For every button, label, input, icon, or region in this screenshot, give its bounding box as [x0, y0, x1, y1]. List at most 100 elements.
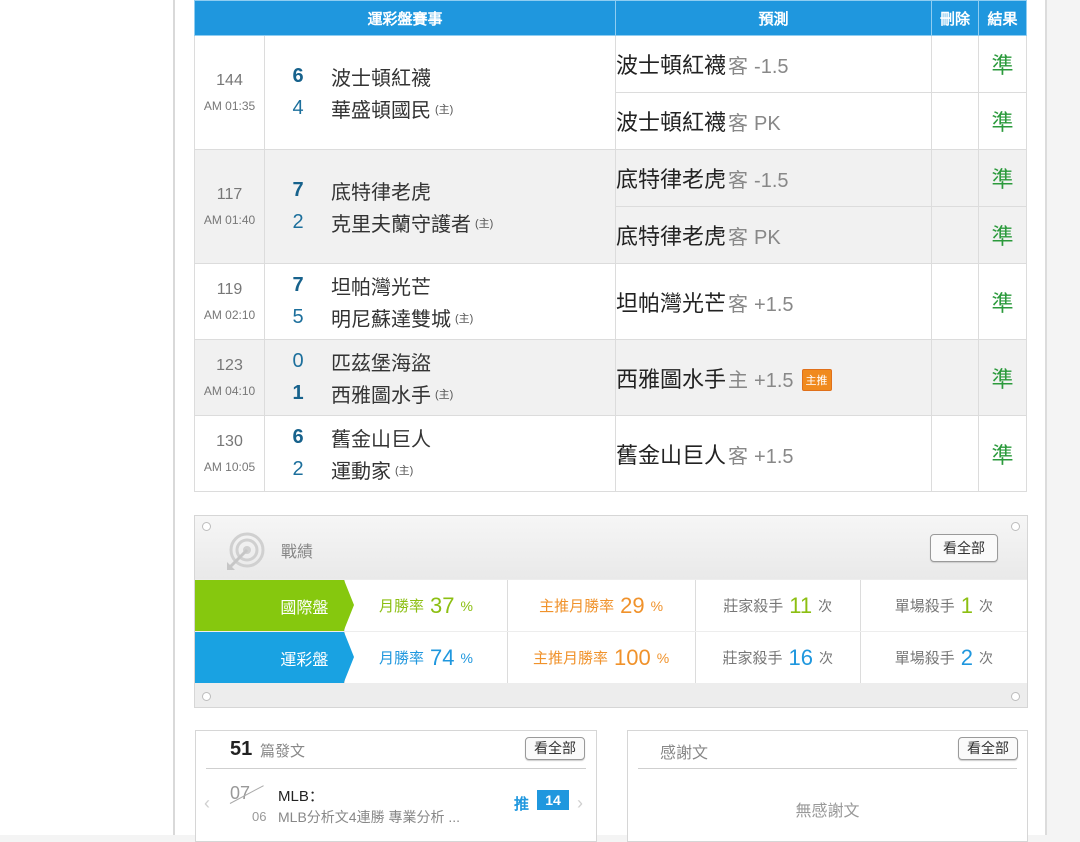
game-time: AM 01:40 [203, 212, 256, 227]
pick-team: 坦帕灣光芒 [616, 290, 727, 316]
game-number: 130 [216, 432, 243, 450]
stat-unit: % [460, 597, 473, 614]
stat-unit: 次 [818, 649, 833, 666]
record-panel: 戰績 看全部 國際盤 月勝率 37% 主推月勝率 29% 莊家殺手 11 次 單場殺手 1… [194, 515, 1028, 708]
table-row: 144 AM 01:35 6 波士頓紅襪 4 華盛頓國民 (主) 波士頓紅襪客 -1.5… [194, 35, 1028, 150]
prediction-cell: 波士頓紅襪客 -1.5 [615, 35, 933, 93]
post-description[interactable]: MLB分析文4連勝 專業分析 ... [278, 807, 460, 827]
delete-cell [931, 206, 980, 264]
pick-line: +1.5 [754, 293, 794, 316]
host-mark: (主) [455, 312, 474, 325]
away-score: 7 [292, 179, 304, 201]
game-number: 119 [216, 280, 243, 298]
pick-team: 波士頓紅襪 [616, 53, 727, 78]
game-meta: 144 AM 01:35 [194, 35, 265, 150]
stat-label: 主推月勝率 [532, 650, 608, 667]
pick-side: 客 [728, 113, 749, 135]
post-count: 51 [230, 738, 253, 760]
game-time: AM 01:35 [203, 98, 256, 113]
away-team: 坦帕灣光芒 [331, 277, 431, 299]
stat-label: 月勝率 [378, 650, 424, 667]
record-label: 運彩盤 [195, 632, 355, 683]
pick-line: +1.5 [754, 369, 794, 392]
record-row-sports-lottery: 運彩盤 月勝率 74% 主推月勝率 100% 莊家殺手 16 次 單場殺手 2 次 [195, 632, 1027, 683]
main-month-rate: 主推月勝率 29% [506, 580, 695, 631]
month-rate: 月勝率 37% [344, 580, 506, 631]
corner-dot [1011, 522, 1020, 531]
header-delete: 刪除 [931, 0, 980, 36]
stat-label: 單場殺手 [894, 650, 955, 667]
left-blank-pane [0, 0, 173, 835]
chevron-right-icon[interactable]: › [577, 793, 583, 814]
away-score: 7 [292, 274, 304, 296]
stat-value: 1 [960, 592, 974, 618]
pick-side: 客 [728, 227, 749, 249]
picks-table: 運彩盤賽事 預測 刪除 結果 144 AM 01:35 6 波士頓紅襪 4 華盛頓國… [193, 0, 1028, 492]
stat-label: 莊家殺手 [723, 598, 784, 615]
result-cell: 準 [978, 339, 1028, 416]
game-number: 117 [216, 185, 243, 203]
stat-value: 11 [789, 592, 813, 618]
record-header [195, 516, 1027, 579]
host-mark: (主) [435, 103, 454, 116]
delete-cell [931, 92, 980, 150]
thanks-panel: 感謝文 看全部 無感謝文 [627, 730, 1028, 842]
stat-unit: 次 [818, 597, 833, 614]
pick-side: 客 [728, 56, 749, 78]
main-month-rate: 主推月勝率 100% [506, 632, 695, 683]
stat-unit: 次 [979, 649, 994, 666]
table-header: 運彩盤賽事 預測 刪除 結果 [193, 0, 1028, 36]
prediction-cell: 底特律老虎客 PK [615, 206, 933, 264]
home-score: 5 [292, 306, 304, 328]
prediction-cell: 波士頓紅襪客 PK [615, 92, 933, 150]
game-time: AM 10:05 [203, 459, 256, 474]
corner-dot [202, 522, 211, 531]
game-meta: 123 AM 04:10 [194, 339, 265, 416]
game-meta: 130 AM 10:05 [194, 415, 265, 492]
pick-line: PK [754, 113, 781, 135]
record-row-intl: 國際盤 月勝率 37% 主推月勝率 29% 莊家殺手 11 次 單場殺手 1 次 [195, 580, 1027, 631]
pick-team: 舊金山巨人 [616, 442, 727, 468]
record-view-all-button[interactable]: 看全部 [930, 534, 998, 562]
stat-value: 16 [788, 644, 813, 670]
pick-line: -1.5 [754, 56, 789, 78]
delete-cell [931, 263, 980, 340]
prediction-cell: 底特律老虎客 -1.5 [615, 149, 933, 207]
empty-message: 無感謝文 [795, 803, 860, 820]
result-cell: 準 [978, 263, 1028, 340]
result-cell: 準 [978, 415, 1028, 492]
away-team: 波士頓紅襪 [331, 68, 431, 90]
prediction-cell: 舊金山巨人客 +1.5 [615, 415, 933, 492]
corner-dot [202, 692, 211, 701]
away-score: 6 [292, 65, 304, 87]
stat-label: 莊家殺手 [722, 650, 783, 667]
single-killer: 單場殺手 1 次 [859, 580, 1027, 631]
thanks-view-all-button[interactable]: 看全部 [958, 737, 1018, 760]
home-score: 2 [292, 458, 304, 480]
delete-cell [931, 339, 980, 416]
pick-team: 西雅圖水手 [616, 366, 727, 392]
post-title[interactable]: MLB： [278, 785, 324, 806]
table-row: 130 AM 10:05 6 舊金山巨人 2 運動家 (主) 舊金山巨人客 +1.5 準 [194, 415, 1028, 492]
stat-label: 單場殺手 [894, 598, 955, 615]
home-team: 明尼蘇達雙城 [331, 309, 451, 331]
result-cell: 準 [978, 149, 1028, 207]
game-teams: 0 匹茲堡海盜 1 西雅圖水手 (主) [263, 339, 617, 416]
posts-view-all-button[interactable]: 看全部 [525, 737, 585, 760]
pick-line: -1.5 [754, 170, 789, 192]
table-row: 119 AM 02:10 7 坦帕灣光芒 5 明尼蘇達雙城 (主) 坦帕灣光芒客 +1.… [194, 263, 1028, 340]
pick-team: 底特律老虎 [616, 224, 727, 249]
banker-killer: 莊家殺手 16 次 [694, 632, 860, 683]
push-count: 14 [537, 790, 569, 810]
delete-cell [931, 35, 980, 93]
away-team: 匹茲堡海盜 [331, 353, 431, 375]
away-team: 舊金山巨人 [331, 429, 431, 451]
record-label: 國際盤 [195, 580, 355, 631]
game-teams: 6 波士頓紅襪 4 華盛頓國民 (主) [263, 35, 617, 150]
pick-side: 客 [728, 293, 749, 316]
home-score: 4 [292, 97, 304, 119]
away-score: 6 [292, 426, 304, 448]
posts-panel: 51 篇發文 看全部 ‹ 07 06 MLB： MLB分析文4連勝 專業分析 .… [195, 730, 597, 842]
chevron-left-icon[interactable]: ‹ [204, 793, 210, 814]
game-time: AM 04:10 [203, 383, 256, 398]
